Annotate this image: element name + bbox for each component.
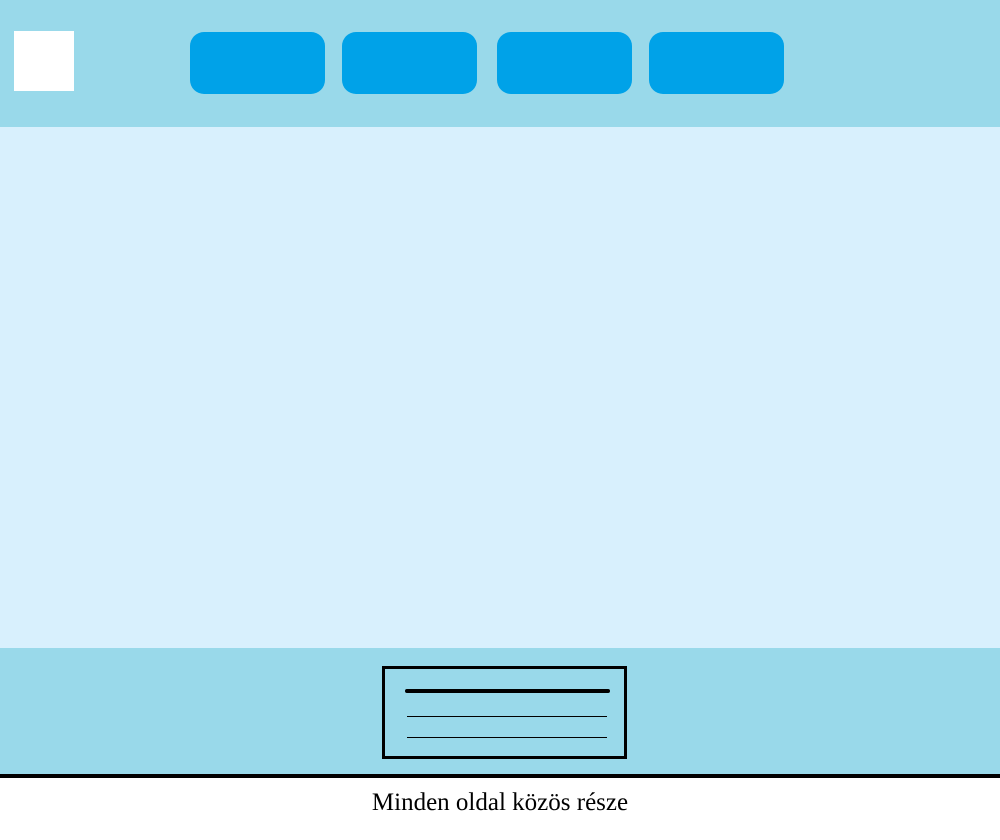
- nav-button-3[interactable]: [497, 32, 632, 94]
- footer-text-box: [382, 666, 627, 759]
- nav-button-2[interactable]: [342, 32, 477, 94]
- main-content-area: [0, 127, 1000, 648]
- footer-heading-line: [405, 689, 610, 693]
- nav-button-4[interactable]: [649, 32, 784, 94]
- footer-text-line: [407, 716, 607, 717]
- divider: [0, 774, 1000, 778]
- nav-button-1[interactable]: [190, 32, 325, 94]
- footer-text-line: [407, 737, 607, 738]
- diagram-caption: Minden oldal közös része: [371, 789, 629, 816]
- footer: [0, 648, 1000, 774]
- header: [0, 0, 1000, 127]
- logo-placeholder-icon[interactable]: [14, 31, 74, 91]
